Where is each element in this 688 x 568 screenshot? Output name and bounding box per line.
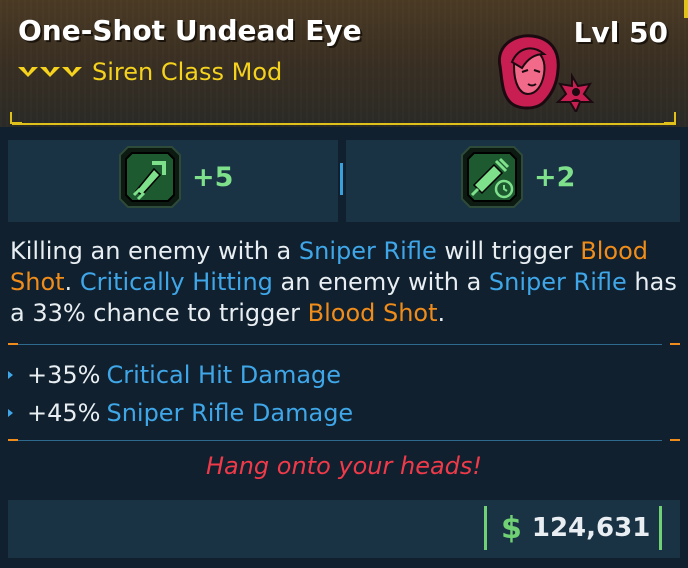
keyword-critically-hitting: Critically Hitting [79,268,273,296]
keyword-sniper-rifle: Sniper Rifle [488,268,627,296]
stat-row: +35% Critical Hit Damage [8,356,668,394]
rarity-chevrons-icon [18,67,82,77]
skill-slot-2[interactable]: +2 [346,140,680,222]
stat-label: Critical Hit Damage [106,361,342,389]
item-card: One-Shot Undead Eye Lvl 50 Siren Class M… [0,0,688,568]
price-value: 124,631 [531,513,651,543]
syringe-timer-skill-icon [461,146,523,208]
item-name: One-Shot Undead Eye [18,14,362,47]
stat-row: +45% Sniper Rifle Damage [8,394,668,432]
skill-value-2: +2 [534,162,576,193]
bullet-arrow-icon [8,409,13,417]
stat-label: Sniper Rifle Damage [106,399,354,427]
flavor-text: Hang onto your heads! [205,452,483,480]
stat-value: +35% [27,361,101,389]
dollar-icon: $ [501,510,522,546]
item-header: One-Shot Undead Eye Lvl 50 Siren Class M… [0,0,688,127]
item-footer: $ 124,631 [8,500,680,558]
price-display: $ 124,631 [484,506,662,550]
stat-list: +35% Critical Hit Damage +45% Sniper Rif… [8,356,668,432]
siren-portrait-icon [497,34,595,112]
bullet-arrow-icon [8,371,13,379]
skill-slot-1[interactable]: +5 [8,140,338,222]
divider [10,440,662,441]
sniper-skill-icon [119,146,181,208]
item-type: Siren Class Mod [18,58,282,86]
item-description: Killing an enemy with a Sniper Rifle wil… [10,237,677,327]
skill-value-1: +5 [192,162,234,193]
stat-value: +45% [27,399,101,427]
keyword-blood-shot: Blood Shot [307,299,438,327]
keyword-sniper-rifle: Sniper Rifle [298,237,437,265]
divider [10,344,662,345]
item-type-label: Siren Class Mod [92,58,283,86]
